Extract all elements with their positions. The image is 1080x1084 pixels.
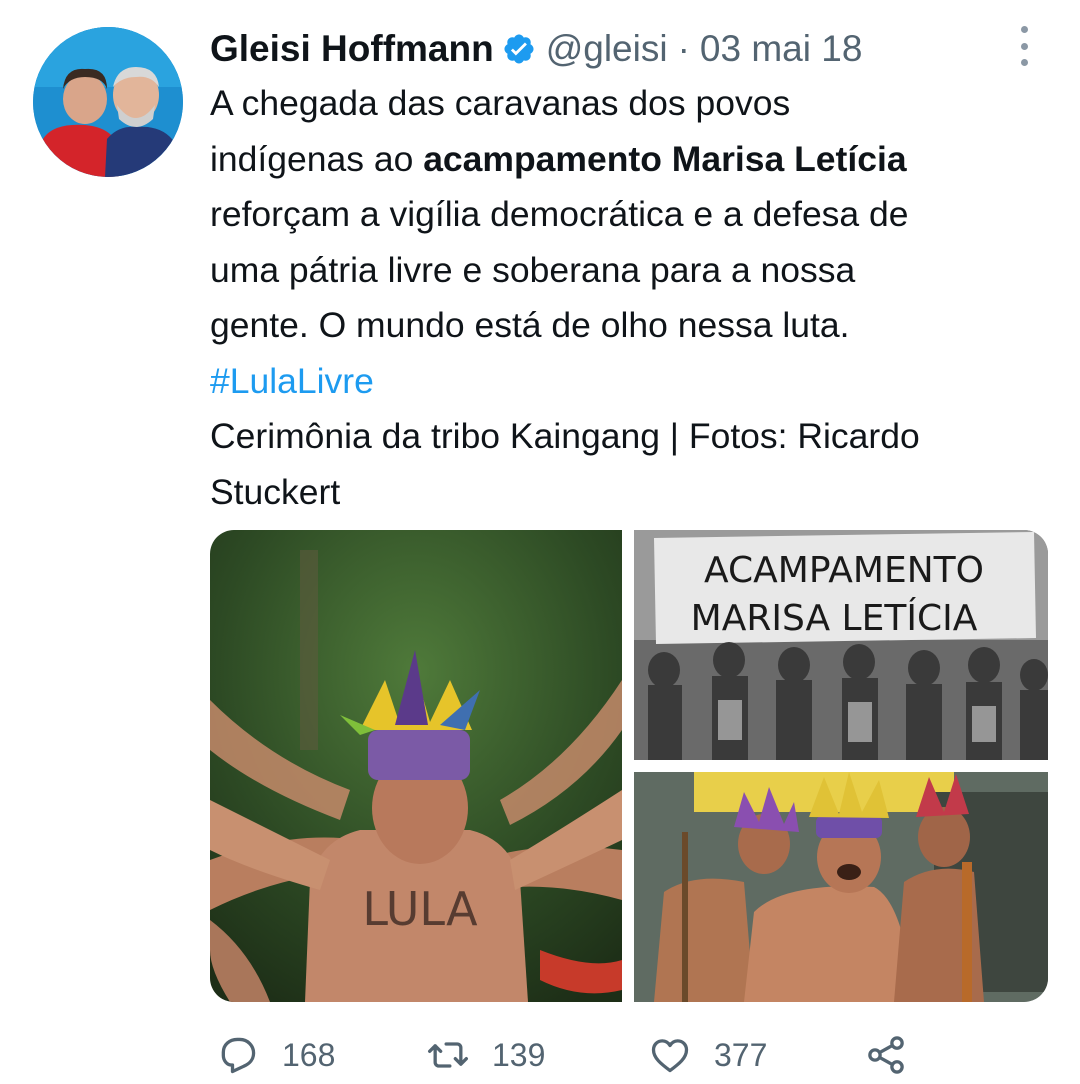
heart-icon (651, 1039, 689, 1073)
author-handle[interactable]: @gleisi (546, 28, 668, 70)
text-line: uma pátria livre e soberana para a nossa (210, 249, 856, 290)
share-icon (868, 1036, 904, 1074)
header-separator: · (677, 28, 690, 69)
photo-banner[interactable]: ACAMPAMENTO MARISA LETÍCIA (634, 530, 1048, 760)
avatar[interactable] (33, 27, 183, 177)
share-button[interactable] (864, 1033, 930, 1077)
retweet-button[interactable]: 139 (426, 1033, 545, 1077)
verified-badge-icon (504, 34, 534, 64)
text-line: Stuckert (210, 471, 341, 512)
photo-image: ACAMPAMENTO MARISA LETÍCIA (634, 530, 1048, 760)
tweet-date[interactable]: 03 mai 18 (700, 28, 863, 70)
like-count: 377 (714, 1036, 768, 1073)
photo-image: LULA (210, 530, 622, 1002)
text-line: gente. O mundo está de olho nessa luta. (210, 305, 850, 345)
author-name[interactable]: Gleisi Hoffmann (210, 28, 494, 70)
photo-image (634, 772, 1048, 1002)
media-grid: LULA ACAMPAMENTO MARISA LETÍCIA (210, 530, 1048, 1002)
photo-dancers[interactable] (634, 772, 1048, 1002)
banner-line1: ACAMPAMENTO (704, 550, 984, 591)
text-line: Cerimônia da tribo Kaingang | Fotos: Ric… (210, 416, 920, 456)
reply-count: 168 (282, 1036, 336, 1073)
more-options-icon[interactable] (1012, 26, 1036, 66)
bold-text: acampamento Marisa Letícia (423, 138, 907, 179)
text-line: reforçam a vigília democrática e a defes… (210, 194, 909, 234)
banner-line2: MARISA LETÍCIA (691, 597, 978, 639)
chest-text: LULA (362, 882, 478, 936)
reply-icon (221, 1037, 256, 1074)
tweet-text: A chegada das caravanas dos povos indíge… (210, 76, 1060, 520)
retweet-count: 139 (492, 1036, 546, 1073)
photo-ceremony-man[interactable]: LULA (210, 530, 622, 1002)
tweet-header: Gleisi Hoffmann @gleisi · 03 mai 18 (210, 22, 862, 76)
like-button[interactable]: 377 (648, 1033, 767, 1077)
hashtag-link[interactable]: #LulaLivre (210, 354, 1060, 410)
text-fragment: indígenas ao (210, 138, 424, 179)
retweet-icon (428, 1042, 468, 1068)
text-line: indígenas ao acampamento Marisa Letícia (210, 132, 1060, 188)
text-line: A chegada das caravanas dos povos (210, 83, 791, 123)
reply-button[interactable]: 168 (216, 1033, 335, 1077)
avatar-image (33, 27, 183, 177)
